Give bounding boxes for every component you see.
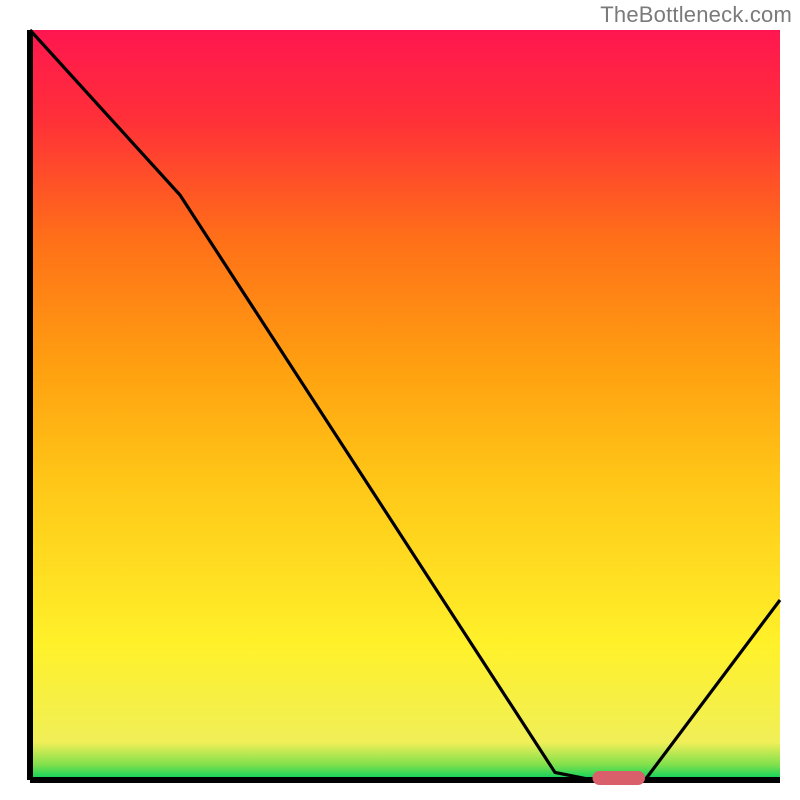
chart-frame: TheBottleneck.com <box>0 0 800 800</box>
watermark-text: TheBottleneck.com <box>600 2 792 28</box>
plot-area <box>30 30 780 780</box>
optimal-range-marker <box>593 771 646 785</box>
bottleneck-chart <box>0 0 800 800</box>
